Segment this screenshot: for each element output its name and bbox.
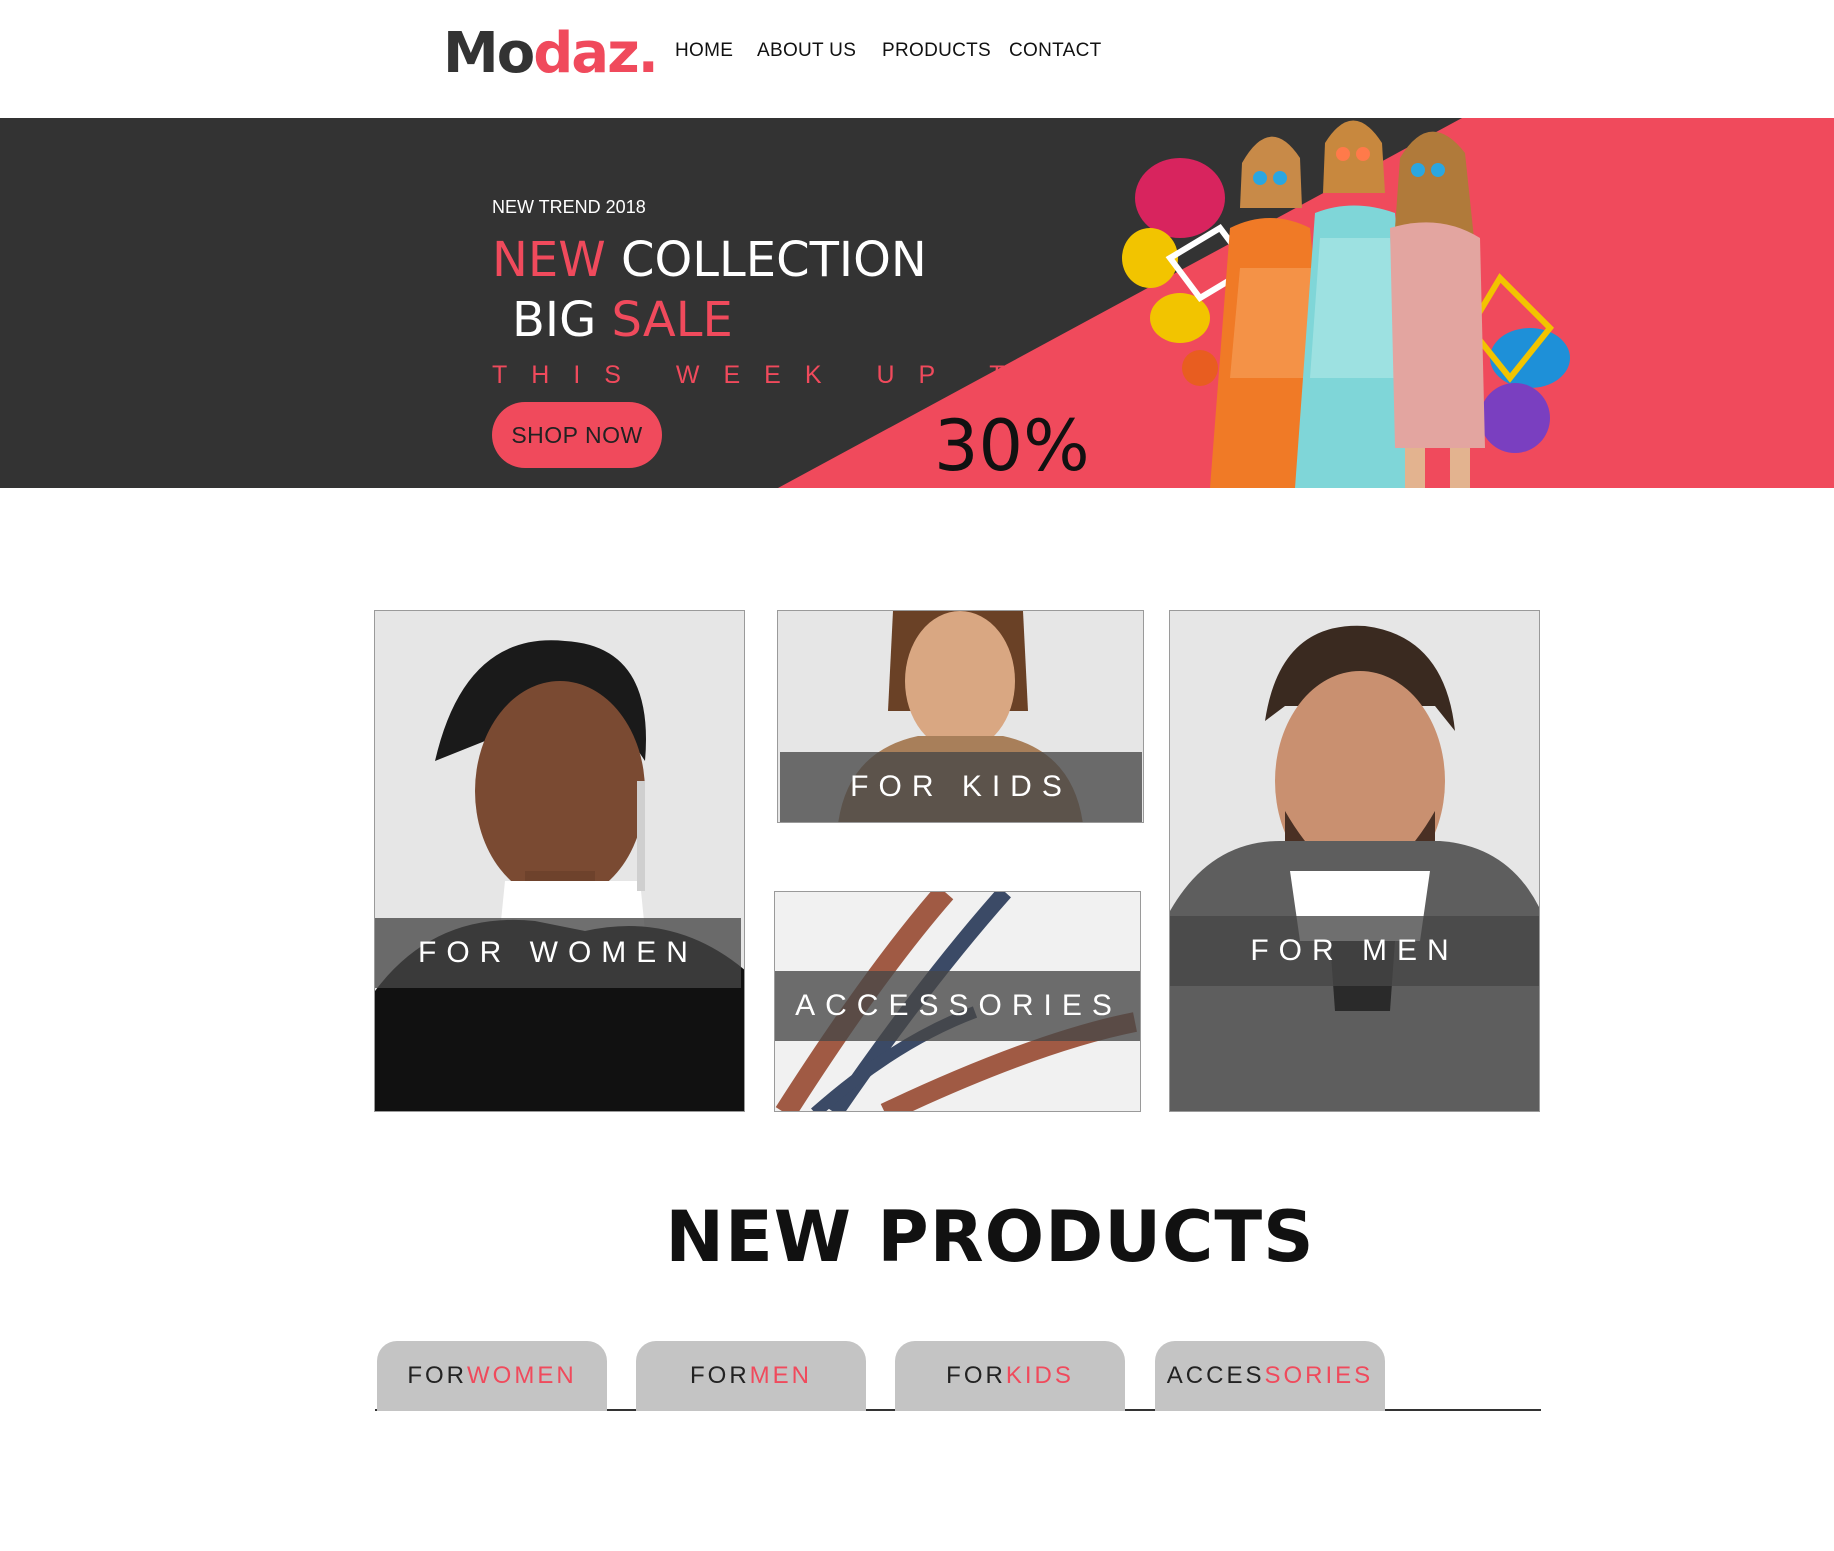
men-model-image xyxy=(1170,611,1539,1111)
category-tile-women[interactable]: FOR WOMEN xyxy=(374,610,745,1112)
category-tile-kids[interactable]: FOR KIDS xyxy=(777,610,1144,823)
hero-models-image xyxy=(1122,120,1570,488)
hero-banner: NEW TREND 2018 NEW COLLECTION BIG SALE T… xyxy=(0,118,1834,488)
tab-label-prefix: FOR xyxy=(946,1362,1006,1389)
category-label-women: FOR WOMEN xyxy=(375,918,741,988)
nav-products-link[interactable]: PRODUCTS xyxy=(882,40,991,62)
category-label-men: FOR MEN xyxy=(1170,916,1539,986)
hero-kicker: NEW TREND 2018 xyxy=(492,197,646,217)
tab-label-accent: WOMEN xyxy=(467,1362,577,1389)
category-label-accessories: ACCESSORIES xyxy=(775,971,1140,1041)
hero-headline-1: NEW COLLECTION xyxy=(492,230,927,290)
category-label-kids: FOR KIDS xyxy=(780,752,1142,822)
tab-for-kids[interactable]: FOR KIDS xyxy=(895,1341,1125,1411)
shop-now-button[interactable]: SHOP NOW xyxy=(492,402,662,468)
hero-headline-sale: SALE xyxy=(611,292,733,348)
tab-label-prefix: ACCES xyxy=(1166,1362,1265,1389)
brand-logo[interactable]: Modaz. xyxy=(443,18,659,90)
nav-home-link[interactable]: HOME xyxy=(675,40,733,62)
discount-percent: 30% xyxy=(934,405,1090,487)
category-tile-accessories[interactable]: ACCESSORIES xyxy=(774,891,1141,1112)
category-tile-men[interactable]: FOR MEN xyxy=(1169,610,1540,1112)
hero-headline-new: NEW xyxy=(492,232,606,288)
tab-accessories[interactable]: ACCES SORIES xyxy=(1155,1341,1385,1411)
tab-label-accent: KIDS xyxy=(1005,1362,1074,1389)
hero-headline-big: BIG xyxy=(512,292,597,348)
tab-for-women[interactable]: FOR WOMEN xyxy=(377,1341,607,1411)
tab-label-accent: MEN xyxy=(749,1362,812,1389)
hero-headline-2: BIG SALE xyxy=(512,290,733,350)
tab-label-prefix: FOR xyxy=(689,1362,750,1389)
new-products-title: NEW PRODUCTS xyxy=(665,1196,1315,1278)
logo-text-accent: daz. xyxy=(533,21,659,86)
tab-for-men[interactable]: FOR MEN xyxy=(636,1341,866,1411)
tab-label-prefix: FOR xyxy=(407,1362,467,1389)
nav-about-link[interactable]: ABOUT US xyxy=(757,40,856,62)
women-model-image xyxy=(375,611,744,1111)
hero-headline-collection: COLLECTION xyxy=(620,232,927,288)
nav-contact-link[interactable]: CONTACT xyxy=(1009,40,1102,62)
tab-label-accent: SORIES xyxy=(1264,1362,1374,1389)
logo-text-dark: Mo xyxy=(443,21,535,86)
hero-subline: THIS WEEK UP TO xyxy=(492,361,1072,389)
